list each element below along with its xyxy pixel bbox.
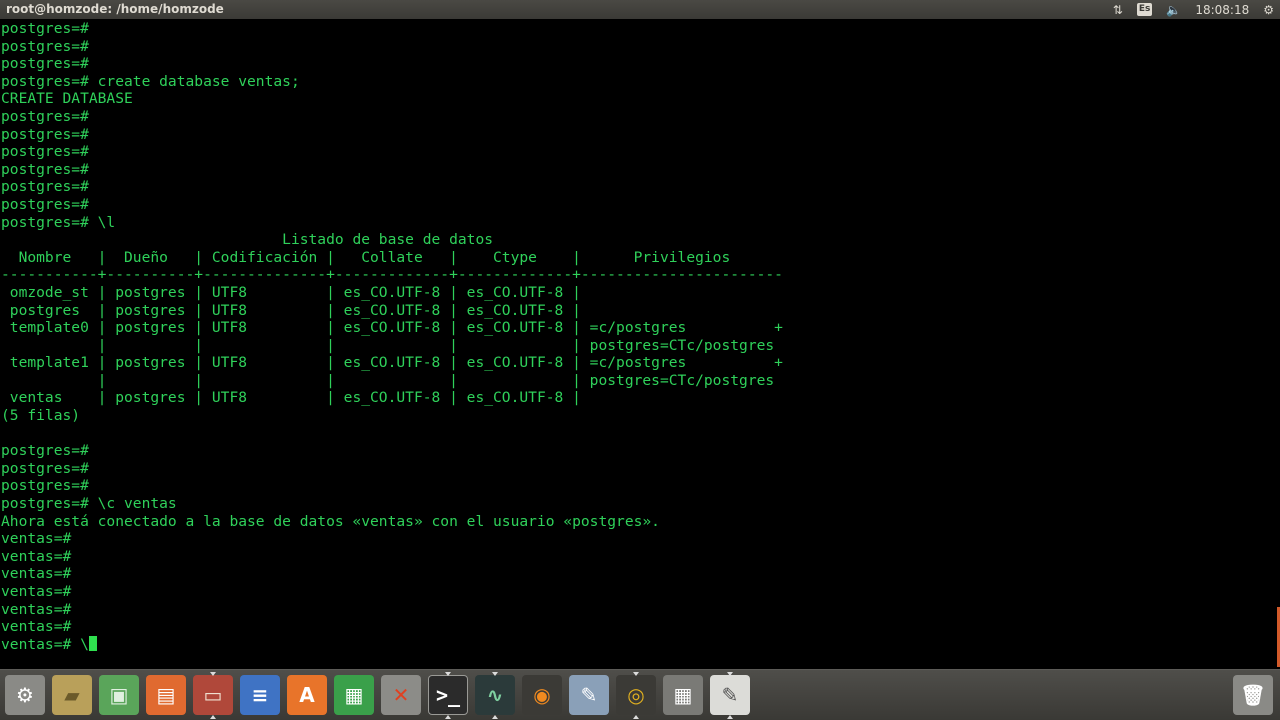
terminal-line: postgres=#	[1, 107, 89, 125]
terminal-line: postgres=#	[1, 178, 89, 196]
window-title: root@homzode: /home/homzode	[6, 2, 224, 16]
running-indicator	[727, 715, 733, 719]
launcher-dock: ⚙ ▰ ▣ ▤ ▭ ≡ A ▦ ✕ >_ ∿ ◉ ✎ ◎ ▦ ✎ 🗑	[0, 669, 1280, 720]
launcher-spreadsheet[interactable]: ▦	[334, 675, 374, 715]
current-prompt: ventas=# \	[1, 635, 89, 653]
launcher-calculator[interactable]: ▦	[663, 675, 703, 715]
spreadsheet-icon: ▦	[344, 683, 364, 707]
running-indicator	[492, 672, 498, 676]
terminal-input-line[interactable]: ventas=# \	[1, 635, 783, 654]
terminal-line: postgres=#	[1, 55, 89, 73]
terminal-line: | | | | | postgres=CTc/postgres	[1, 371, 775, 389]
terminal-line: CREATE DATABASE	[1, 90, 133, 108]
indicator-area: ⇅ Es 🔈 18:08:18 ⚙	[1099, 0, 1274, 19]
launcher-text-document[interactable]: ≡	[240, 675, 280, 715]
terminal-line: ventas=#	[1, 565, 72, 583]
terminal-line: postgres=#	[1, 160, 89, 178]
launcher-terminal[interactable]: >_	[428, 672, 468, 719]
chrome-icon: ◎	[627, 683, 645, 707]
terminal-line: -----------+----------+--------------+--…	[1, 266, 783, 284]
system-monitor-icon: ∿	[486, 683, 504, 707]
running-indicator	[727, 672, 733, 676]
launcher-file-manager[interactable]: ▰	[52, 675, 92, 715]
keyboard-layout-label: Es	[1136, 3, 1153, 16]
terminal-line: postgres=#	[1, 459, 89, 477]
terminal-line: ventas=#	[1, 547, 72, 565]
terminal-line: ventas | postgres | UTF8 | es_CO.UTF-8 |…	[1, 389, 581, 407]
trash-icon: 🗑	[1240, 683, 1266, 707]
running-indicator	[210, 715, 216, 719]
running-indicator	[633, 672, 639, 676]
launcher-chrome[interactable]: ◎	[616, 672, 656, 719]
file-manager-icon: ▰	[64, 683, 80, 707]
running-indicator	[445, 672, 451, 676]
terminal-line: (5 filas)	[1, 407, 81, 425]
terminal-line: ventas=#	[1, 530, 72, 548]
terminal-line: omzode_st | postgres | UTF8 | es_CO.UTF-…	[1, 283, 581, 301]
blender-icon: ◉	[533, 683, 551, 707]
text-editor-icon: ✎	[721, 683, 739, 707]
terminal-line: postgres=#	[1, 125, 89, 143]
launcher-android[interactable]: ▣	[99, 675, 139, 715]
terminal-line: Ahora está conectado a la base de datos …	[1, 512, 660, 530]
launcher-system-settings[interactable]: ⚙	[5, 675, 45, 715]
terminal-line: ventas=#	[1, 583, 72, 600]
terminal-line: postgres=#	[1, 20, 89, 37]
terminal-line: postgres=#	[1, 143, 89, 161]
text-cursor	[88, 635, 97, 651]
terminal-line: ventas=#	[1, 600, 72, 618]
terminal-line: template0 | postgres | UTF8 | es_CO.UTF-…	[1, 319, 783, 337]
presentation-icon: ▤	[156, 683, 176, 707]
archive-manager-icon: ▭	[203, 683, 223, 707]
running-indicator	[210, 672, 216, 676]
running-indicator	[633, 715, 639, 719]
running-indicator	[492, 715, 498, 719]
keyboard-layout-indicator[interactable]: Es	[1136, 0, 1153, 19]
terminal-icon: >_	[435, 683, 461, 707]
session-settings-icon[interactable]: ⚙	[1263, 0, 1274, 19]
network-indicator-icon[interactable]: ⇅	[1113, 0, 1123, 19]
system-tools-icon: ✕	[392, 683, 410, 707]
system-settings-icon: ⚙	[16, 683, 34, 707]
text-document-icon: ≡	[251, 683, 269, 707]
launcher-presentation[interactable]: ▤	[146, 675, 186, 715]
vector-editor-icon: ✎	[580, 683, 598, 707]
terminal-line: Listado de base de datos	[1, 231, 494, 249]
terminal-line: Nombre | Dueño | Codificación | Collate …	[1, 248, 731, 266]
launcher-text-editor[interactable]: ✎	[710, 672, 750, 719]
software-center-icon: A	[299, 683, 315, 707]
terminal-line: postgres=# \c ventas	[1, 495, 177, 513]
launcher-system-tools[interactable]: ✕	[381, 675, 421, 715]
launcher-archive-manager[interactable]: ▭	[193, 672, 233, 719]
terminal-line: | | | | | postgres=CTc/postgres	[1, 336, 775, 354]
terminal-line: postgres=# create database ventas;	[1, 72, 300, 90]
volume-indicator-icon[interactable]: 🔈	[1166, 0, 1181, 19]
launcher-blender[interactable]: ◉	[522, 675, 562, 715]
terminal-output: postgres=# postgres=# postgres=# postgres=#…	[1, 20, 783, 653]
calculator-icon: ▦	[673, 683, 693, 707]
terminal-line: postgres=#	[1, 37, 89, 55]
terminal-line: postgres=#	[1, 477, 89, 495]
terminal-line: postgres=# \l	[1, 213, 116, 231]
terminal-line: template1 | postgres | UTF8 | es_CO.UTF-…	[1, 354, 783, 372]
running-indicator	[445, 715, 451, 719]
top-panel: root@homzode: /home/homzode ⇅ Es 🔈 18:08…	[0, 0, 1280, 19]
terminal-line: ventas=#	[1, 618, 72, 636]
terminal-line: postgres | postgres | UTF8 | es_CO.UTF-8…	[1, 301, 581, 319]
terminal-line: postgres=#	[1, 195, 89, 213]
android-icon: ▣	[109, 683, 129, 707]
launcher-system-monitor[interactable]: ∿	[475, 672, 515, 719]
clock[interactable]: 18:08:18	[1195, 0, 1249, 19]
launcher-software-center[interactable]: A	[287, 675, 327, 715]
launcher-trash[interactable]: 🗑	[1233, 675, 1273, 715]
terminal-line: postgres=#	[1, 442, 89, 460]
terminal-window[interactable]: postgres=# postgres=# postgres=# postgres=#…	[0, 19, 1280, 669]
launcher-vector-editor[interactable]: ✎	[569, 675, 609, 715]
